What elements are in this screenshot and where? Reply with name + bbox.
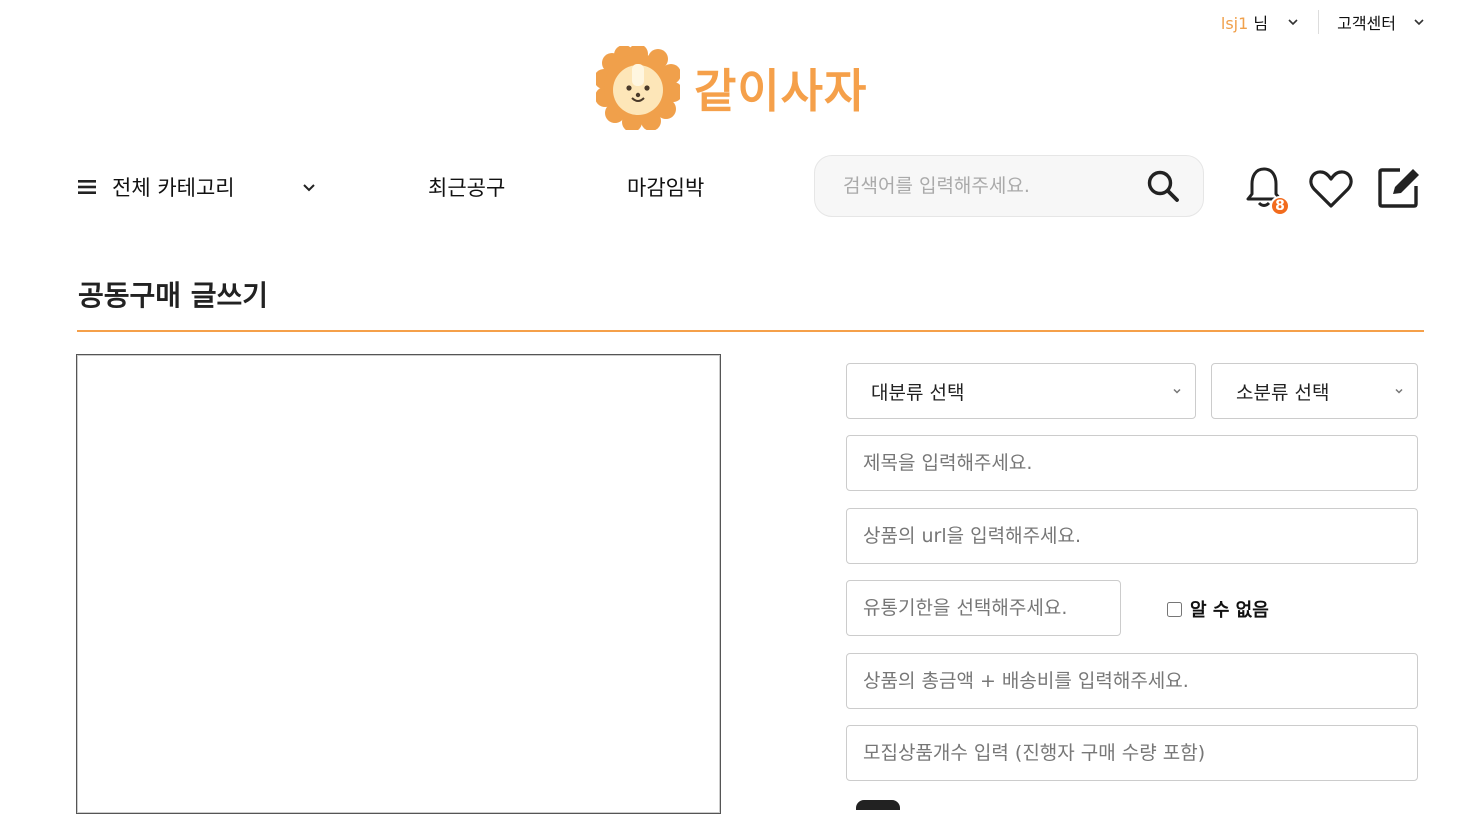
total-price-input[interactable]: [861, 669, 1403, 693]
write-post-button[interactable]: [1376, 164, 1422, 214]
sub-category-value: 소분류 선택: [1236, 381, 1330, 404]
notification-count-badge: 8: [1270, 196, 1290, 216]
logo-text: 같이사자: [694, 64, 868, 118]
chevron-down-icon: [1414, 19, 1424, 26]
title-divider: [77, 330, 1424, 332]
site-logo[interactable]: 같이사자: [596, 46, 867, 130]
customer-center-menu[interactable]: 고객센터: [1337, 10, 1426, 34]
expiry-date-input[interactable]: [861, 596, 1106, 620]
main-category-value: 대분류 선택: [871, 381, 965, 404]
count-field-wrapper: [846, 725, 1418, 781]
hamburger-icon: [78, 180, 96, 194]
lion-logo-icon: [596, 46, 680, 130]
sub-category-select[interactable]: 소분류 선택: [1211, 363, 1418, 419]
recruit-count-input[interactable]: [861, 741, 1403, 765]
heart-icon: [1309, 170, 1353, 208]
chevron-down-icon: [1173, 388, 1181, 394]
expiry-field-wrapper: [846, 580, 1121, 636]
unknown-expiry-checkbox[interactable]: [1167, 601, 1182, 617]
url-input[interactable]: [861, 524, 1403, 548]
chevron-down-icon: [1288, 19, 1298, 26]
main-category-select[interactable]: 대분류 선택: [846, 363, 1196, 419]
price-field-wrapper: [846, 653, 1418, 709]
search-bar: [814, 155, 1204, 217]
nav-closing-soon[interactable]: 마감임박: [627, 172, 704, 202]
image-upload-area[interactable]: [76, 354, 721, 814]
all-categories-label: 전체 카테고리: [112, 176, 235, 200]
divider: [1318, 10, 1320, 34]
title-input[interactable]: [861, 451, 1403, 475]
user-menu[interactable]: lsj1 님: [1221, 10, 1300, 34]
form-button-partial[interactable]: [856, 800, 900, 810]
all-categories-menu[interactable]: 전체 카테고리: [78, 172, 317, 202]
search-icon[interactable]: [1145, 168, 1181, 204]
search-input[interactable]: [841, 174, 1145, 198]
customer-center-label: 고객센터: [1337, 14, 1396, 33]
unknown-expiry-checkbox-label[interactable]: 알 수 없음: [1167, 596, 1269, 622]
user-suffix: 님: [1253, 14, 1269, 33]
page-title: 공동구매 글쓰기: [78, 279, 269, 312]
chevron-down-icon: [302, 184, 315, 192]
nav-recent[interactable]: 최근공구: [428, 172, 505, 202]
notifications-button[interactable]: 8: [1244, 164, 1290, 216]
wishlist-button[interactable]: [1308, 168, 1354, 214]
user-id: lsj1: [1220, 14, 1249, 33]
unknown-expiry-text: 알 수 없음: [1190, 600, 1269, 621]
title-field-wrapper: [846, 435, 1418, 491]
top-user-bar: lsj1 님 고객센터: [1221, 10, 1426, 34]
edit-icon: [1378, 168, 1419, 208]
url-field-wrapper: [846, 508, 1418, 564]
chevron-down-icon: [1395, 388, 1403, 394]
